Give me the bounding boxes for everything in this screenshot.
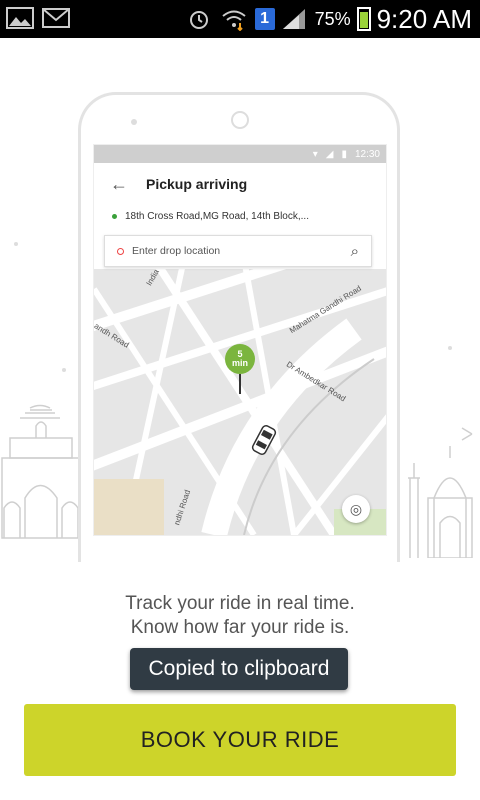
phone-screen: ▾ ◢ ▮ 12:30 ← Pickup arriving 18th Cross… <box>93 144 387 536</box>
inner-clock: 12:30 <box>354 148 380 160</box>
inner-signal-icon: ◢ <box>325 148 334 160</box>
pin-stick <box>239 374 241 394</box>
decor-dot <box>14 242 18 246</box>
decor-dot <box>448 346 452 350</box>
inner-wifi-icon: ▾ <box>312 148 318 160</box>
drop-placeholder: Enter drop location <box>132 245 221 257</box>
phone-home-camera <box>231 111 249 129</box>
right-skyline-illustration <box>408 427 473 558</box>
app-header: ← Pickup arriving <box>94 163 386 205</box>
notification-badge: 1 <box>254 8 275 30</box>
tagline-line-2: Know how far your ride is. <box>130 617 350 638</box>
pickup-address: 18th Cross Road,MG Road, 14th Block,... <box>125 210 309 222</box>
clipboard-toast: Copied to clipboard <box>130 648 348 690</box>
my-location-icon: ◎ <box>342 495 370 523</box>
gmail-icon <box>42 6 70 30</box>
drop-location-field: Enter drop location ⌕ <box>104 235 372 267</box>
pickup-dot-icon <box>112 213 117 219</box>
status-bar: 1 75% 9:20 AM <box>0 0 480 38</box>
onboarding-tagline: Track your ride in real time. Know how f… <box>0 592 480 640</box>
header-title: Pickup arriving <box>146 176 248 192</box>
decor-dot <box>62 368 66 372</box>
pickup-row: 18th Cross Road,MG Road, 14th Block,... <box>94 205 386 227</box>
clock: 9:20 AM <box>376 3 472 34</box>
search-icon: ⌕ <box>350 243 359 260</box>
eta-pin: 5 min <box>225 344 255 374</box>
wifi-icon <box>221 7 249 32</box>
alarm-icon <box>187 7 215 31</box>
map-view: Mahatma Gandhi Road Dr Ambedkar Road and… <box>94 269 386 535</box>
book-your-ride-button[interactable]: BOOK YOUR RIDE <box>24 704 456 776</box>
signal-icon <box>281 7 309 31</box>
tagline-line-1: Track your ride in real time. <box>125 593 355 614</box>
battery-percent: 75% <box>314 8 351 29</box>
back-arrow-icon: ← <box>110 173 128 194</box>
eta-unit: min <box>231 358 248 368</box>
gallery-icon <box>6 6 34 30</box>
battery-icon <box>356 7 371 31</box>
drop-dot-icon <box>117 247 124 255</box>
left-skyline-illustration <box>1 404 81 539</box>
inner-battery-icon: ▮ <box>341 148 347 160</box>
inner-status-bar: ▾ ◢ ▮ 12:30 <box>94 145 386 163</box>
phone-sensor-dot <box>131 119 137 125</box>
